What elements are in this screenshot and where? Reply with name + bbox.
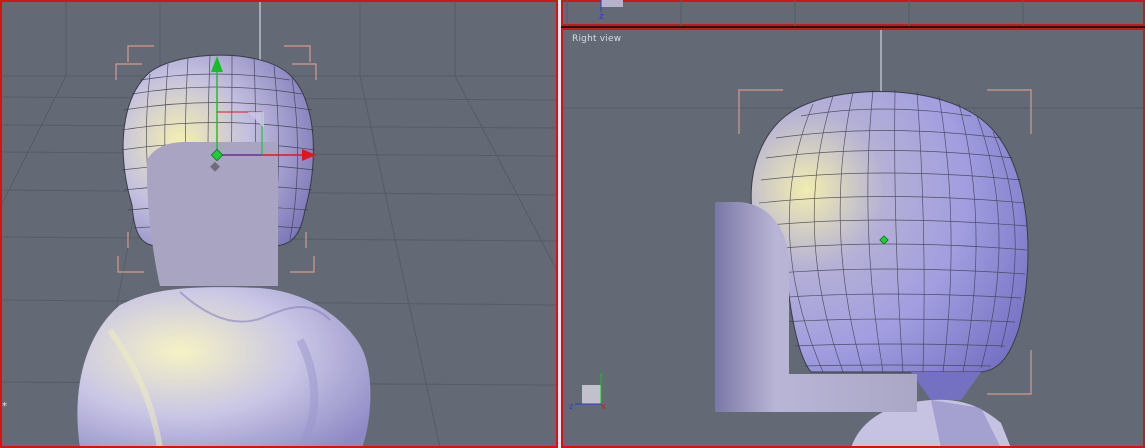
axis-z-label: z	[599, 12, 604, 22]
face-plate	[146, 142, 278, 286]
top-viewport[interactable]: z	[561, 0, 1145, 28]
perspective-viewport[interactable]: *	[0, 0, 558, 448]
viewport-marker: *	[2, 401, 7, 412]
viewport-title: Right view	[572, 34, 622, 44]
body-mesh	[77, 287, 371, 448]
modeler-workspace: * z Right view z y x	[0, 0, 1145, 448]
perspective-scene	[0, 0, 558, 448]
axis-z-label: z	[569, 402, 574, 411]
axis-y-label: y	[599, 370, 604, 379]
top-scene	[566, 0, 1024, 26]
helmet-mesh	[750, 89, 1029, 400]
right-scene	[561, 28, 1145, 448]
right-viewport[interactable]: Right view z y x	[561, 28, 1145, 448]
axis-x-label: x	[601, 402, 606, 411]
